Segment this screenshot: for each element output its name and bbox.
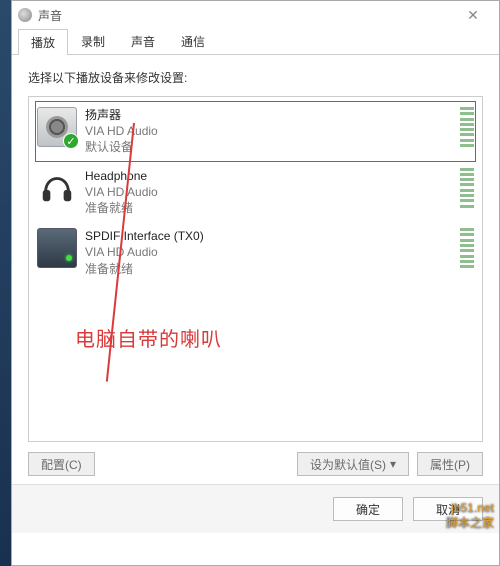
level-meter-icon bbox=[460, 228, 474, 268]
level-meter-icon bbox=[460, 107, 474, 147]
panel-button-row: 配置(C) 设为默认值(S) ▾ 属性(P) bbox=[28, 452, 483, 476]
device-driver: VIA HD Audio bbox=[85, 184, 454, 200]
spdif-icon bbox=[37, 228, 77, 268]
level-meter-icon bbox=[460, 168, 474, 208]
device-status: 准备就绪 bbox=[85, 261, 454, 277]
properties-button[interactable]: 属性(P) bbox=[417, 452, 483, 476]
set-default-button[interactable]: 设为默认值(S) ▾ bbox=[297, 452, 409, 476]
tab-playback[interactable]: 播放 bbox=[18, 29, 68, 55]
sound-dialog: 声音 ✕ 播放 录制 声音 通信 选择以下播放设备来修改设置: ✓ 扬声器 VI… bbox=[11, 0, 500, 566]
device-driver: VIA HD Audio bbox=[85, 123, 454, 139]
tab-sounds[interactable]: 声音 bbox=[118, 28, 168, 54]
annotation-label: 电脑自带的喇叭 bbox=[75, 323, 222, 352]
device-status: 准备就绪 bbox=[85, 200, 454, 216]
tab-panel-playback: 选择以下播放设备来修改设置: ✓ 扬声器 VIA HD Audio 默认设备 bbox=[12, 55, 499, 484]
ok-button[interactable]: 确定 bbox=[333, 497, 403, 521]
desktop-background-sliver bbox=[0, 0, 11, 566]
device-name: SPDIF Interface (TX0) bbox=[85, 228, 454, 244]
device-status: 默认设备 bbox=[85, 139, 454, 155]
titlebar: 声音 ✕ bbox=[12, 1, 499, 29]
headphone-icon bbox=[37, 168, 77, 208]
device-speakers[interactable]: ✓ 扬声器 VIA HD Audio 默认设备 bbox=[35, 101, 476, 162]
tab-bar: 播放 录制 声音 通信 bbox=[12, 29, 499, 55]
cancel-button[interactable]: 取消 bbox=[413, 497, 483, 521]
window-title: 声音 bbox=[38, 7, 62, 24]
tab-recording[interactable]: 录制 bbox=[68, 28, 118, 54]
device-name: Headphone bbox=[85, 168, 454, 184]
default-check-icon: ✓ bbox=[63, 133, 79, 149]
dialog-button-row: 确定 取消 bbox=[12, 484, 499, 533]
chevron-down-icon: ▾ bbox=[390, 457, 396, 471]
device-driver: VIA HD Audio bbox=[85, 244, 454, 260]
sound-app-icon bbox=[18, 8, 32, 22]
configure-button[interactable]: 配置(C) bbox=[28, 452, 95, 476]
device-spdif[interactable]: SPDIF Interface (TX0) VIA HD Audio 准备就绪 bbox=[35, 222, 476, 283]
speaker-icon: ✓ bbox=[37, 107, 77, 147]
device-name: 扬声器 bbox=[85, 107, 454, 123]
close-icon[interactable]: ✕ bbox=[453, 7, 493, 24]
device-headphone[interactable]: Headphone VIA HD Audio 准备就绪 bbox=[35, 162, 476, 223]
playback-device-list: ✓ 扬声器 VIA HD Audio 默认设备 Headphone VIA HD… bbox=[28, 96, 483, 442]
instruction-text: 选择以下播放设备来修改设置: bbox=[28, 69, 483, 86]
tab-communications[interactable]: 通信 bbox=[168, 28, 218, 54]
